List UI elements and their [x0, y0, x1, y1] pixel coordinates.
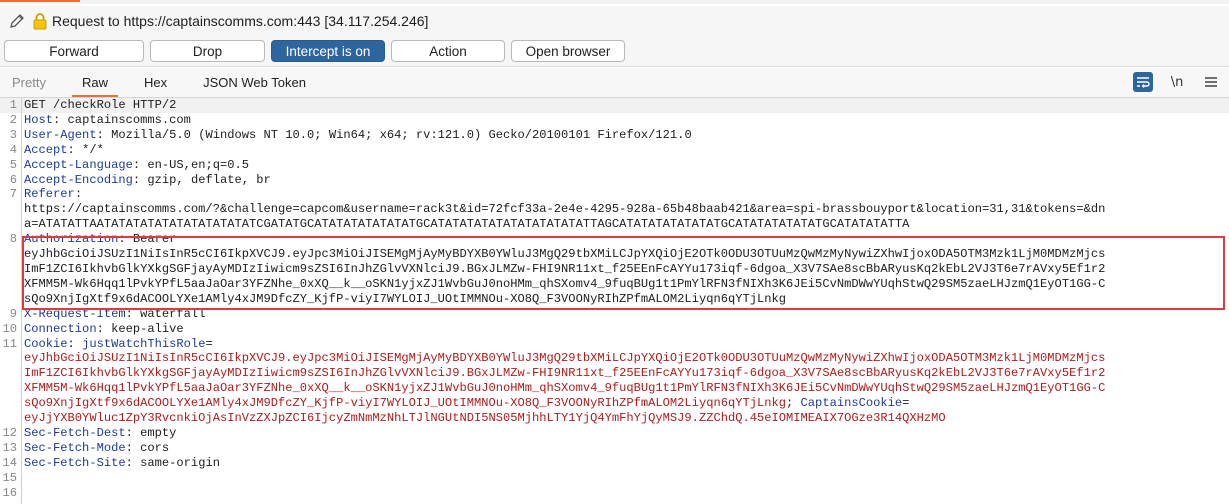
header-referer: 7 Referer: — [9, 187, 83, 202]
empty-line: 16 — [2, 485, 17, 500]
request-line: 1 GET /checkRole HTTP/2 — [0, 98, 1229, 113]
tab-pretty[interactable]: Pretty — [0, 68, 64, 97]
header-name: Sec-Fetch-Dest — [24, 425, 126, 440]
cookie-value-wrap-4: sQo9XnjIgXtf9x6dACOOLYXe1AMly4xJM9DfcZY_… — [24, 396, 910, 411]
bearer-token-wrap-3: XFMM5M-Wk6Hqq1lPvkYPfL5aaJaOar3YFZNhe_0x… — [24, 276, 1106, 291]
request-bar: Request to https://captainscomms.com:443… — [0, 6, 1229, 36]
bearer-token-wrap-4: sQo9XnjIgXtf9x6dACOOLYXe1AMly4xJM9DfcZY_… — [24, 291, 787, 306]
header-accept: 4 Accept: */* — [9, 142, 104, 157]
header-cookie: 11 Cookie: justWatchThisRole= — [2, 336, 213, 351]
lock-icon — [32, 11, 48, 31]
header-name: Accept — [24, 142, 68, 157]
empty-line: 15 — [2, 470, 17, 485]
cookie-value-wrap-5: eyJjYXB0YWluc1ZpY3RvcnkiOjAsInVzZXJpZCI6… — [24, 411, 946, 426]
open-browser-button[interactable]: Open browser — [511, 40, 625, 62]
top-strip — [0, 0, 1229, 4]
word-wrap-icon[interactable] — [1133, 72, 1153, 92]
header-x-request-item: 9 X-Request-Item: waterfall — [9, 306, 206, 321]
header-name: Sec-Fetch-Mode — [24, 440, 126, 455]
header-connection: 10 Connection: keep-alive — [2, 321, 184, 336]
raw-request-editor[interactable]: 1 GET /checkRole HTTP/2 2 Host: captainsco… — [0, 98, 1229, 504]
header-accept-language: 5 Accept-Language: en-US,en;q=0.5 — [9, 157, 250, 172]
hamburger-menu-icon[interactable] — [1201, 72, 1221, 92]
message-view-tabs: Pretty Raw Hex JSON Web Token \n — [0, 68, 1229, 98]
cookie-value-wrap-2: ImF1ZCI6IkhvbGlkYXkgSGFjayAyMDIzIiwicm9s… — [24, 366, 1106, 381]
show-newlines-toggle[interactable]: \n — [1167, 72, 1187, 92]
header-name: Referer — [24, 187, 75, 202]
header-host: 2 Host: captainscomms.com — [9, 112, 191, 127]
header-name: Sec-Fetch-Site — [24, 455, 126, 470]
request-target-title: Request to https://captainscomms.com:443… — [52, 13, 429, 29]
editor-tools: \n — [1133, 72, 1221, 92]
header-name: Accept-Language — [24, 157, 133, 172]
header-name: Host — [24, 112, 54, 127]
bearer-token-wrap-2: ImF1ZCI6IkhvbGlkYXkgSGFjayAyMDIzIiwicm9s… — [24, 261, 1106, 276]
pencil-icon[interactable] — [6, 10, 28, 32]
tab-json-web-token[interactable]: JSON Web Token — [185, 68, 324, 97]
header-accept-encoding: 6 Accept-Encoding: gzip, deflate, br — [9, 172, 271, 187]
header-user-agent: 3 User-Agent: Mozilla/5.0 (Windows NT 10.… — [9, 127, 692, 142]
cookie-value-wrap-3: XFMM5M-Wk6Hqq1lPvkYPfL5aaJaOar3YFZNhe_0x… — [24, 381, 1106, 396]
cookie-name: justWatchThisRole — [74, 336, 206, 351]
header-authorization: 8 Authorization: Bearer — [9, 232, 177, 247]
intercept-toolbar: Forward Drop Intercept is on Action Open… — [0, 36, 1229, 67]
bearer-token-wrap-1: eyJhbGciOiJSUzI1NiIsInR5cCI6IkpXVCJ9.eyJ… — [24, 247, 1106, 262]
drop-button[interactable]: Drop — [150, 40, 265, 62]
active-tab-accent — [0, 0, 80, 2]
header-name: Cookie — [24, 336, 68, 351]
gutter-divider — [21, 98, 22, 504]
tab-raw[interactable]: Raw — [64, 68, 126, 97]
header-sec-fetch-mode: 13 Sec-Fetch-Mode: cors — [2, 440, 170, 455]
referer-value-wrap-1: https://captainscomms.com/?&challenge=ca… — [24, 202, 1106, 217]
cookie-value-wrap-1: eyJhbGciOiJSUzI1NiIsInR5cCI6IkpXVCJ9.eyJ… — [24, 351, 1106, 366]
header-name: Authorization — [24, 232, 119, 247]
header-name: Connection — [24, 321, 97, 336]
forward-button[interactable]: Forward — [4, 40, 144, 62]
tab-hex[interactable]: Hex — [126, 68, 185, 97]
intercept-toggle-button[interactable]: Intercept is on — [271, 40, 385, 62]
header-name: Accept-Encoding — [24, 172, 133, 187]
header-sec-fetch-dest: 12 Sec-Fetch-Dest: empty — [2, 425, 177, 440]
action-button[interactable]: Action — [391, 40, 505, 62]
referer-value-wrap-2: a=ATATATTAATATATATATATATATATATATCGATATGC… — [24, 217, 910, 232]
cookie-name: CaptainsCookie — [800, 396, 903, 411]
header-name: User-Agent — [24, 127, 97, 142]
header-name: X-Request-Item — [24, 306, 126, 321]
header-sec-fetch-site: 14 Sec-Fetch-Site: same-origin — [2, 455, 220, 470]
